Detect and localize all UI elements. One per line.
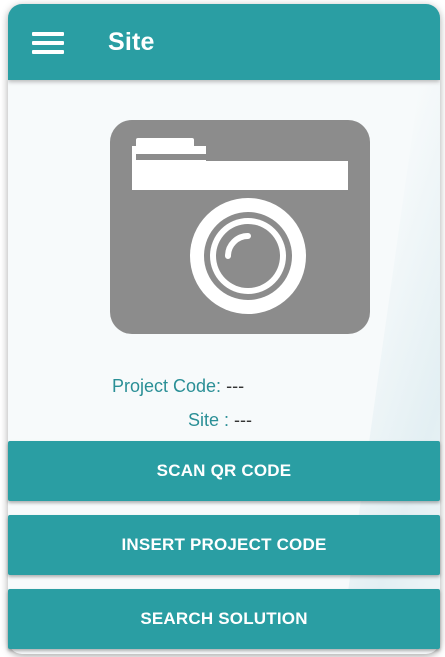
camera-icon[interactable] — [106, 116, 374, 338]
app-bar: Site — [8, 4, 440, 80]
hamburger-menu-icon[interactable] — [32, 32, 64, 54]
project-code-value: --- — [226, 376, 245, 396]
search-solution-button[interactable]: SEARCH SOLUTION — [8, 589, 440, 649]
page-title: Site — [108, 28, 155, 56]
site-row: Site : --- — [188, 410, 252, 431]
project-code-label: Project Code: — [112, 376, 222, 396]
insert-project-code-button[interactable]: INSERT PROJECT CODE — [8, 515, 440, 575]
site-label: Site : — [188, 410, 230, 430]
scan-qr-code-button[interactable]: SCAN QR CODE — [8, 441, 440, 501]
project-code-row: Project Code: --- — [112, 376, 244, 397]
site-value: --- — [234, 410, 253, 430]
